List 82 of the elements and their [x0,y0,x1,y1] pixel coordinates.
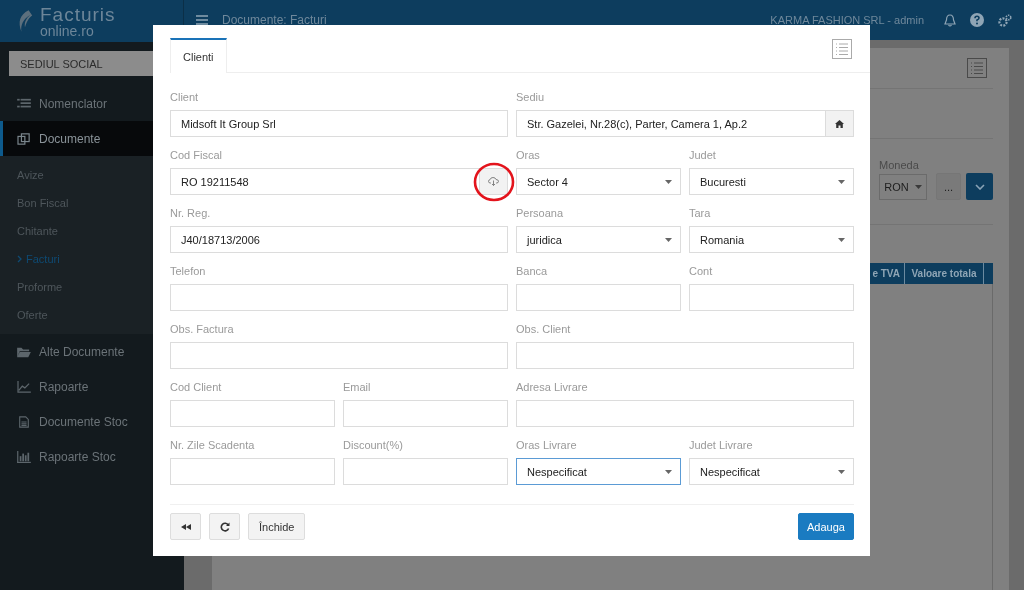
input-field[interactable] [170,284,508,311]
rewind-icon [180,523,191,530]
chevron-right-icon [17,255,22,263]
home-icon [835,119,844,128]
column-header: Valoare totala [905,263,984,284]
logo-subtext: online.ro [40,23,95,38]
caret-icon [838,469,845,474]
dropdown-field[interactable]: Nespecificat [516,458,681,485]
field-label: Cod Client [170,381,223,395]
input-field[interactable] [343,400,508,427]
rewind-button[interactable] [170,513,201,540]
input-field[interactable] [516,342,854,369]
field-label: Tara [689,207,712,221]
account-name[interactable]: KARMA FASHION SRL - admin [770,14,924,26]
currency-dropdown[interactable]: RON [879,174,927,200]
field-label: Client [170,91,200,105]
dropdown-field[interactable]: Sector 4 [516,168,681,195]
field-label: Discount(%) [343,439,404,453]
field-label: Nr. Zile Scadenta [170,439,256,453]
dropdown-field[interactable]: Romania [689,226,854,253]
refresh-button[interactable] [209,513,240,540]
field-label: Nr. Reg. [170,207,212,221]
field-label: Persoana [516,207,565,221]
field-label: Cont [689,265,714,279]
settings-icon[interactable] [998,13,1012,27]
input-field[interactable]: Midsoft It Group Srl [170,110,508,137]
close-button[interactable]: Închide [248,513,306,540]
logo-text: Facturis [40,4,116,24]
caret-icon [665,469,672,474]
list-icon [17,97,31,110]
input-field[interactable] [516,400,854,427]
field-label: Obs. Client [516,323,572,337]
page-title: Documente: Facturi [222,13,327,27]
input-field[interactable] [170,458,335,485]
list-icon[interactable] [832,38,852,59]
chevron-down-icon [974,183,985,190]
field-label: Judet Livrare [689,439,754,453]
file-icon [17,415,31,428]
sidebar-item[interactable]: Documente Stoc [0,404,184,439]
add-button[interactable]: Adauga [798,513,854,540]
refresh-icon [219,521,230,532]
dropdown-field[interactable]: Bucuresti [689,168,854,195]
copy-icon [17,132,31,145]
bar-chart-icon [17,450,31,463]
input-field[interactable] [170,342,508,369]
caret-icon [665,179,672,184]
bell-icon[interactable] [944,13,956,27]
field-label: Oras Livrare [516,439,578,453]
field-label: Banca [516,265,549,279]
cloud-download-icon [488,177,499,186]
field-label: Judet [689,149,717,163]
input-field[interactable]: RO 19211548 [170,168,480,195]
field-label: Telefon [170,265,207,279]
home-button[interactable] [826,110,854,137]
sidebar-item[interactable]: Alte Documente [0,334,184,369]
input-field[interactable] [516,284,681,311]
menu-icon[interactable] [196,15,208,25]
input-field[interactable]: Str. Gazelei, Nr.28(c), Parter, Camera 1, Ap.2 [516,110,826,137]
dropdown-field[interactable]: juridica [516,226,681,253]
help-icon[interactable] [970,13,984,27]
field-label: Sediu [516,91,546,105]
table-header-cell [984,263,993,284]
list-icon[interactable] [967,58,987,78]
line-chart-icon [17,380,31,393]
folder-icon [17,345,31,358]
input-field[interactable] [689,284,854,311]
field-label: Adresa Livrare [516,381,589,395]
more-button[interactable]: ... [936,173,961,200]
caret-icon [838,179,845,184]
caret-icon [914,185,922,189]
cloud-download-button[interactable] [480,168,508,195]
input-field[interactable] [343,458,508,485]
input-field[interactable] [170,400,335,427]
field-label: Oras [516,149,541,163]
caret-icon [665,237,672,242]
field-label: Email [343,381,372,395]
input-field[interactable]: J40/18713/2006 [170,226,508,253]
field-label: Obs. Factura [170,323,235,337]
dropdown-field[interactable]: Nespecificat [689,458,854,485]
caret-icon [838,237,845,242]
expand-button[interactable] [966,173,993,200]
tab[interactable]: Clienti [170,38,227,73]
